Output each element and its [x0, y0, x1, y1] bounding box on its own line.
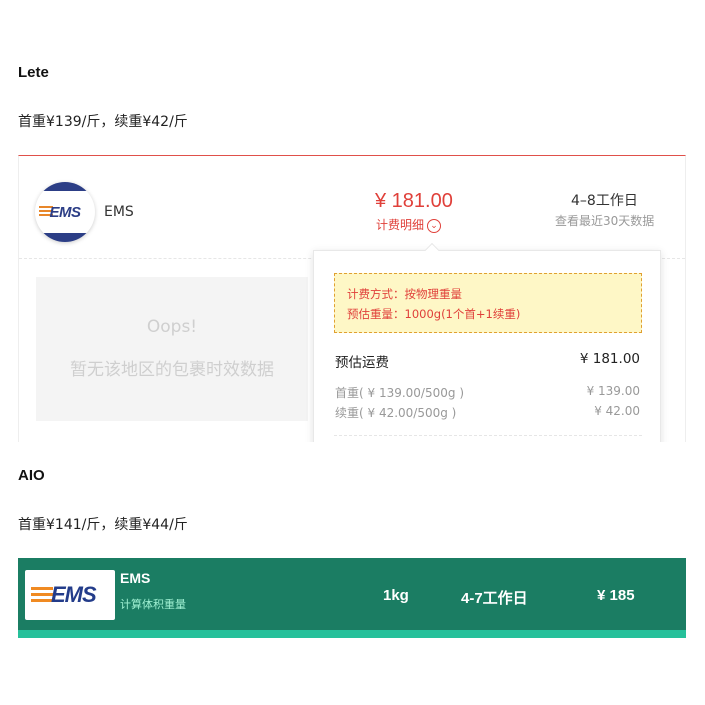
chevron-down-icon: ⌄ [427, 218, 442, 233]
view-30-day-data-link[interactable]: 查看最近30天数据 [555, 212, 654, 229]
oops-message: 暂无该地区的包裹时效数据 [70, 360, 274, 380]
lete-title: Lete [18, 64, 49, 81]
carrier-name: EMS [104, 204, 134, 220]
shipping-price: ¥ 181.00 [375, 190, 453, 212]
volume-weight-label: 计算体积重量 [120, 598, 186, 611]
aio-rate-text: 首重¥141/斤，续重¥44/斤 [18, 517, 188, 533]
first-weight-label: 首重( ¥ 139.00/500g ) [335, 386, 464, 400]
fee-detail-label: 计费明细 [376, 218, 425, 232]
carrier-name: EMS [120, 570, 151, 586]
estimated-fee-label: 预估运费 [335, 355, 389, 371]
weight: 1kg [383, 587, 409, 604]
continued-weight-label: 续重( ¥ 42.00/500g ) [335, 406, 457, 420]
estimated-fee-total: ¥ 181.00 [579, 351, 640, 367]
divider [334, 435, 642, 436]
ems-logo: EMS [35, 182, 95, 242]
fee-detail-popover: 计费方式：按物理重量 预估重量：1000g(1个首+1续重) 预估运费 ¥ 18… [313, 242, 661, 442]
oops-title: Oops! [146, 317, 198, 337]
aio-shipping-row[interactable]: EMS EMS 计算体积重量 1kg 4-7工作日 ¥ 185 [18, 558, 686, 638]
lete-shipping-card: EMS EMS ¥ 181.00 计费明细 ⌄ 4–8工作日 查看最近30天数据 … [18, 155, 686, 442]
first-weight-value: ¥ 139.00 [586, 384, 640, 398]
billing-note: 计费方式：按物理重量 预估重量：1000g(1个首+1续重) [334, 273, 642, 333]
lete-rate-text: 首重¥139/斤，续重¥42/斤 [18, 114, 188, 130]
delivery-days: 4-7工作日 [461, 590, 528, 607]
fee-detail-toggle[interactable]: 计费明细 ⌄ [376, 216, 442, 233]
delivery-days: 4–8工作日 [571, 193, 638, 209]
billing-method: 计费方式：按物理重量 [347, 287, 462, 301]
estimated-weight: 预估重量：1000g(1个首+1续重) [347, 307, 521, 321]
no-data-placeholder: Oops! 暂无该地区的包裹时效数据 [36, 277, 308, 421]
ems-logo: EMS [25, 570, 115, 620]
aio-title: AIO [18, 467, 45, 484]
shipping-price: ¥ 185 [597, 587, 635, 604]
continued-weight-value: ¥ 42.00 [594, 404, 640, 418]
